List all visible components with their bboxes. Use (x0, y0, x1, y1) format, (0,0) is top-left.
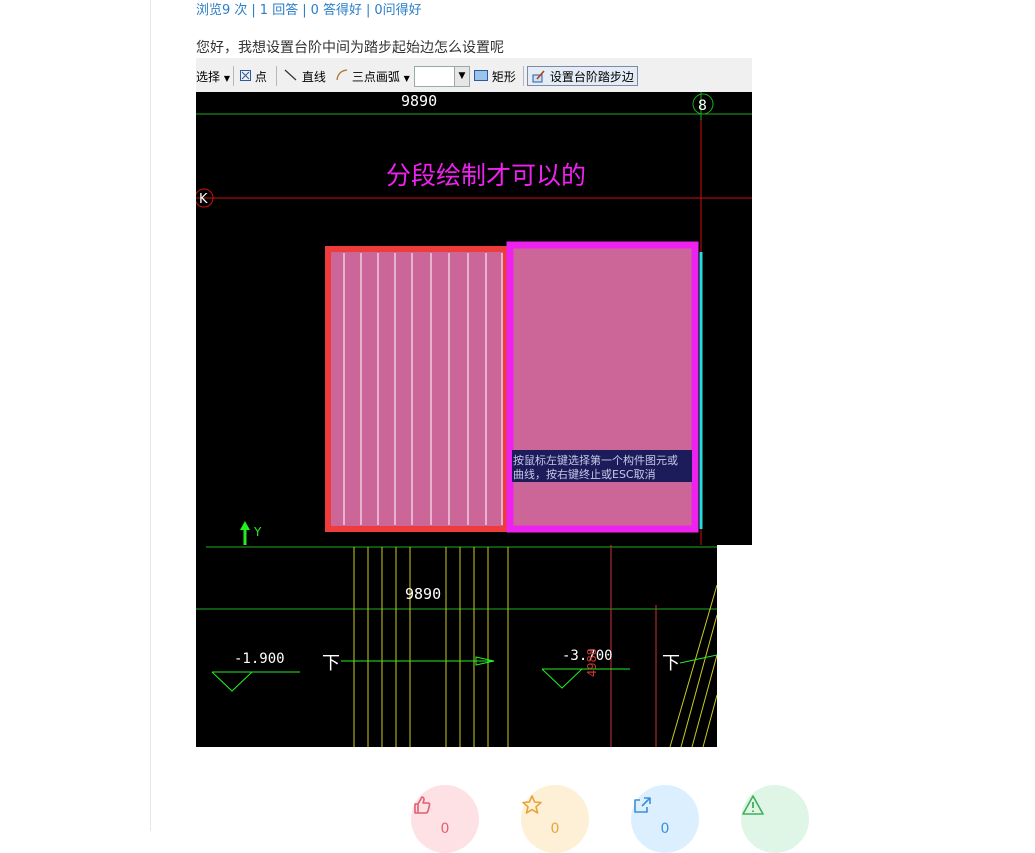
cad-toolbar: 选择 ▼ 点 直线 三点画弧 ▼ ▼ 矩形 设置台阶踏步边 (196, 58, 752, 93)
axis-label-8: 8 (698, 98, 707, 114)
down-label-right: 下 (662, 653, 680, 674)
rect-label: 矩形 (491, 70, 516, 84)
share-icon (634, 797, 651, 813)
arc-label: 三点画弧 (351, 70, 400, 84)
good-answers-count[interactable]: 0 答得好 (311, 3, 362, 18)
chevron-down-icon: ▼ (223, 74, 230, 83)
rectangle-icon (474, 70, 488, 81)
content-left-border (150, 0, 151, 831)
toolbar-divider (523, 66, 524, 86)
toolbar-divider (276, 66, 277, 86)
favorite-button[interactable]: 0 (521, 785, 589, 853)
meta-separator: | (251, 3, 256, 18)
select-label: 选择 (196, 70, 221, 84)
select-tool: 选择 ▼ (196, 68, 230, 85)
thumbs-up-icon (414, 796, 431, 814)
toolbar-divider (233, 66, 234, 86)
chevron-down-icon[interactable]: ▼ (454, 66, 470, 87)
prompt-line-1: 按鼠标左键选择第一个构件图元或 (513, 453, 678, 467)
question-meta: 浏览9 次 | 1 回答 | 0 答得好 | 0问得好 (196, 0, 422, 18)
y-axis-arrow-icon (240, 521, 250, 530)
answers-count[interactable]: 1 回答 (260, 3, 298, 18)
point-label: 点 (254, 70, 267, 84)
cad-canvas-top: 9890 8 K 分段绘制才可以的 按鼠标左键选择第一个构件图元或 曲线，按右键… (196, 92, 752, 545)
down-label-left: 下 (322, 653, 340, 674)
action-bar: 0 0 0 (0, 785, 1035, 853)
got-good-count[interactable]: 0问得好 (374, 3, 421, 18)
rect-tool: 矩形 (474, 68, 516, 85)
stair-lines (353, 547, 717, 747)
line-icon (284, 69, 297, 81)
share-button[interactable]: 0 (631, 785, 699, 853)
cad-screenshot-top: 选择 ▼ 点 直线 三点画弧 ▼ ▼ 矩形 设置台阶踏步边 9890 8 K 分… (196, 58, 752, 545)
cad-screenshot-bottom: 9890 -1.900 下 -3.700 4988 下 (196, 545, 717, 747)
warning-icon (742, 795, 764, 815)
cad-drawing-bottom: 9890 -1.900 下 -3.700 4988 下 (196, 545, 717, 747)
edit-edge-icon (532, 70, 545, 83)
prompt-line-2: 曲线，按右键终止或ESC取消 (513, 467, 656, 481)
level-label-left: -1.900 (234, 651, 285, 667)
step-block-left[interactable] (325, 246, 509, 532)
set-step-edge-label: 设置台阶踏步边 (549, 70, 634, 84)
question-text: 您好，我想设置台阶中间为踏步起始边怎么设置呢 (196, 40, 504, 56)
like-count: 0 (440, 821, 450, 837)
direction-line (679, 654, 717, 664)
line-label: 直线 (301, 70, 326, 84)
y-axis-label: Y (253, 525, 262, 539)
dimension-label: 9890 (401, 92, 437, 110)
cad-drawing-top: 9890 8 K 分段绘制才可以的 按鼠标左键选择第一个构件图元或 曲线，按右键… (196, 92, 752, 545)
share-count: 0 (660, 821, 670, 837)
step-block-right[interactable] (506, 241, 699, 533)
report-button[interactable] (741, 785, 809, 853)
set-step-edge-button[interactable]: 设置台阶踏步边 (527, 66, 638, 86)
meta-separator: | (302, 3, 307, 18)
arc-tool: 三点画弧 ▼ (336, 68, 410, 85)
meta-separator: | (366, 3, 371, 18)
annotation-text: 分段绘制才可以的 (386, 161, 586, 190)
vertical-dimension: 4988 (585, 648, 599, 677)
views-count[interactable]: 浏览9 次 (196, 3, 247, 18)
star-icon (522, 795, 542, 814)
dimension-label: 9890 (405, 585, 441, 603)
level-triangle-icon (541, 668, 583, 689)
like-button[interactable]: 0 (411, 785, 479, 853)
axis-label-k: K (199, 192, 208, 207)
point-tool: 点 (240, 68, 267, 85)
level-triangle-icon (211, 671, 253, 692)
chevron-down-icon: ▼ (403, 74, 410, 83)
favorite-count: 0 (550, 821, 560, 837)
line-tool: 直线 (284, 68, 326, 85)
point-icon (240, 70, 251, 81)
arc-icon (336, 69, 348, 81)
